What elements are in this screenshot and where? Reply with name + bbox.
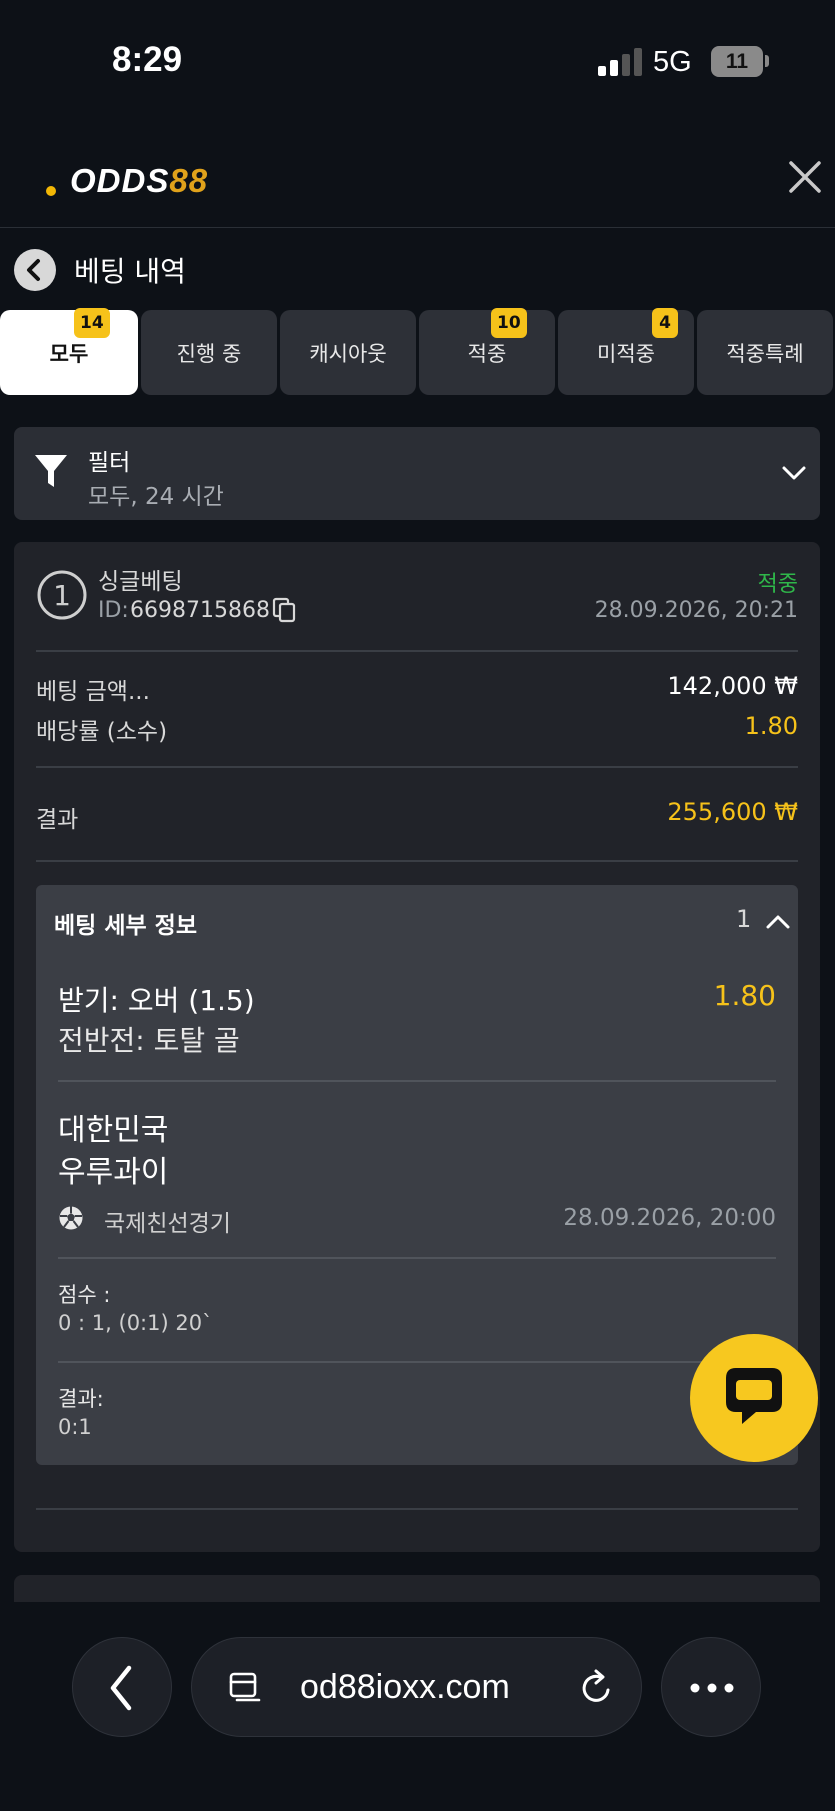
match-time: 28.09.2026, 20:00 (563, 1205, 776, 1231)
tab-label: 진행 중 (176, 341, 242, 366)
browser-back-button[interactable] (72, 1637, 172, 1737)
league-name: 국제친선경기 (104, 1211, 231, 1237)
page-title: 베팅 내역 (74, 255, 186, 288)
logo-text: ODDS88 (70, 162, 208, 200)
bet-placed-date: 28.09.2026, 20:21 (594, 598, 798, 623)
score-value: 0 : 1, (0:1) 20` (58, 1311, 213, 1335)
divider (58, 1361, 776, 1363)
chat-bubble-icon (726, 1368, 782, 1424)
tab-bar: 모두 14 진행 중 캐시아웃 적중 10 미적중 4 적중특례 (0, 308, 835, 395)
tab-label: 모두 (49, 341, 89, 366)
bet-number: 1 (53, 579, 71, 612)
filter-title: 필터 (88, 450, 131, 476)
logo[interactable]: ODDS88 (46, 156, 208, 206)
chevron-left-icon (110, 1665, 132, 1711)
tab-label: 적중 (467, 341, 507, 366)
tab-cashout[interactable]: 캐시아웃 (280, 310, 416, 395)
tab-won[interactable]: 적중 10 (419, 308, 555, 395)
logo-dot (46, 186, 56, 196)
live-chat-button[interactable] (690, 1334, 818, 1462)
address-bar[interactable]: od88ioxx.com (191, 1637, 642, 1737)
bet-details-count: 1 (736, 905, 752, 933)
selection-odds: 1.80 (713, 979, 776, 1012)
divider (36, 1508, 798, 1510)
tab-all[interactable]: 모두 14 (0, 308, 138, 395)
divider (36, 860, 798, 862)
divider (58, 1080, 776, 1082)
bet-status: 적중 (757, 572, 798, 597)
market: 전반전: 토탈 골 (58, 1024, 240, 1057)
stake-label: 베팅 금액... (36, 679, 150, 705)
tab-special[interactable]: 적중특례 (697, 310, 833, 395)
tab-badge: 14 (74, 308, 110, 338)
tab-badge: 10 (491, 308, 527, 338)
tab-in-progress[interactable]: 진행 중 (141, 310, 277, 395)
battery-icon: 11 (711, 46, 763, 77)
divider (58, 1257, 776, 1259)
ellipsis-icon (690, 1683, 734, 1693)
reload-icon[interactable] (578, 1668, 616, 1708)
network-type: 5G (653, 46, 692, 78)
tab-label: 캐시아웃 (309, 341, 387, 366)
away-team: 우루과이 (58, 1155, 169, 1190)
status-time: 8:29 (112, 40, 183, 79)
chevron-up-icon (766, 915, 790, 929)
soccer-ball-icon (59, 1206, 83, 1230)
bet-details-title: 베팅 세부 정보 (54, 913, 197, 939)
more-options-button[interactable] (661, 1637, 761, 1737)
odds-value: 1.80 (744, 712, 798, 740)
home-team: 대한민국 (58, 1113, 169, 1148)
reader-icon (229, 1672, 261, 1702)
payout-value: 255,600 ₩ (667, 798, 798, 826)
app-header: ODDS88 (0, 120, 835, 228)
divider (36, 766, 798, 768)
cellular-signal-icon (598, 48, 642, 76)
bet-details-body: 받기: 오버 (1.5) 전반전: 토탈 골 1.80 대한민국 우루과이 국제… (36, 957, 798, 1465)
filter-summary: 모두, 24 시간 (88, 484, 224, 510)
single-bet-number-icon: 1 (37, 570, 87, 620)
back-button[interactable] (14, 249, 56, 291)
chevron-left-icon (27, 259, 40, 281)
filter-icon (35, 455, 67, 487)
tab-badge: 4 (652, 308, 678, 338)
odds-label: 배당률 (소수) (36, 719, 168, 745)
final-result-label: 결과: (58, 1387, 104, 1411)
tab-label: 적중특례 (726, 341, 804, 366)
score-label: 점수 : (58, 1283, 111, 1307)
bet-type: 싱글베팅 (98, 569, 183, 595)
tab-label: 미적중 (597, 341, 655, 366)
logo-suffix: 88 (169, 162, 209, 199)
url-text: od88ioxx.com (300, 1668, 510, 1706)
divider (36, 650, 798, 652)
close-icon[interactable] (786, 158, 824, 196)
bet-id: 6698715868 (130, 598, 270, 623)
bet-details-header[interactable]: 베팅 세부 정보 1 (36, 885, 798, 957)
stake-value: 142,000 ₩ (667, 672, 798, 700)
final-result-value: 0:1 (58, 1415, 92, 1439)
copy-icon[interactable] (272, 597, 296, 623)
bet-id-label: ID: (98, 598, 129, 623)
status-bar: 8:29 5G 11 (0, 0, 835, 120)
browser-toolbar: od88ioxx.com (0, 1602, 835, 1811)
selection: 받기: 오버 (1.5) (58, 984, 255, 1017)
filter-panel[interactable]: 필터 모두, 24 시간 (14, 427, 820, 520)
battery-tip (765, 55, 769, 67)
logo-prefix: ODDS (70, 162, 170, 199)
next-bet-card[interactable] (14, 1575, 820, 1605)
chevron-down-icon (782, 466, 806, 480)
result-label: 결과 (36, 807, 79, 833)
tab-lost[interactable]: 미적중 4 (558, 308, 694, 395)
